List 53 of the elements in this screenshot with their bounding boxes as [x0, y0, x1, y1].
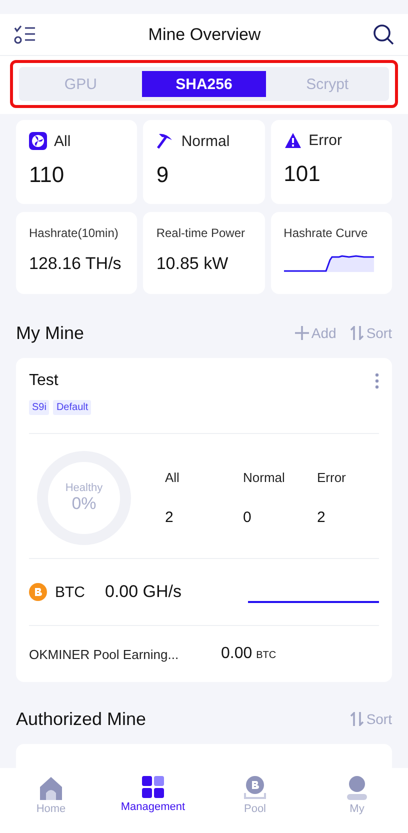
- bitcoin-icon: [29, 583, 47, 601]
- coin-tray-icon: [244, 776, 266, 800]
- algorithm-tab[interactable]: GPU: [19, 71, 142, 97]
- count-label: All: [165, 470, 180, 485]
- nav-item[interactable]: Home: [0, 768, 102, 833]
- status-label: Normal: [181, 132, 230, 150]
- sort-button[interactable]: Sort: [350, 711, 392, 727]
- metric-value: 128.16 TH/s: [29, 254, 122, 274]
- status-count: 110: [29, 162, 66, 188]
- algorithm-tab[interactable]: SHA256: [142, 71, 266, 97]
- grid-icon: [142, 776, 164, 798]
- earnings-label: OKMINER Pool Earning...: [29, 646, 180, 662]
- status-count: 9: [156, 162, 170, 188]
- metric-label: Hashrate(10min): [29, 226, 120, 240]
- person-icon: [346, 776, 368, 800]
- nav-item[interactable]: Pool: [204, 768, 306, 833]
- section-title: My Mine: [16, 322, 84, 344]
- plus-icon: [295, 326, 310, 340]
- mine-tag: S9i: [29, 400, 50, 415]
- count-value: 0: [243, 509, 252, 526]
- more-icon[interactable]: [375, 373, 379, 389]
- health-label: Healthy: [65, 482, 103, 494]
- add-button[interactable]: Add: [295, 325, 336, 341]
- sort-icon: [350, 326, 364, 340]
- metric-label: Hashrate Curve: [284, 226, 369, 240]
- checklist-icon[interactable]: [14, 24, 36, 44]
- status-label: Error: [308, 132, 342, 149]
- count-value: 2: [165, 509, 174, 526]
- section-title: Authorized Mine: [16, 708, 146, 730]
- nav-item[interactable]: My: [306, 768, 408, 833]
- algorithm-tab[interactable]: Scrypt: [266, 71, 389, 97]
- search-icon[interactable]: [372, 24, 394, 45]
- home-icon: [39, 776, 63, 800]
- status-label: All: [54, 132, 71, 150]
- earnings-value: 0.00 BTC: [221, 645, 276, 663]
- metric-value: 10.85 kW: [156, 254, 230, 274]
- count-value: 2: [317, 509, 326, 526]
- sort-button[interactable]: Sort: [350, 325, 392, 341]
- mine-tag: Default: [53, 400, 92, 415]
- health-value: 0%: [72, 494, 96, 514]
- mine-name: Test: [29, 372, 58, 390]
- page-title: Mine Overview: [148, 24, 261, 44]
- sort-icon: [350, 712, 364, 726]
- warning-icon: [284, 132, 302, 149]
- coin-name: BTC: [55, 584, 85, 600]
- metric-label: Real-time Power: [156, 226, 246, 240]
- coin-hashrate: 0.00 GH/s: [105, 582, 182, 602]
- count-label: Normal: [243, 470, 286, 485]
- fan-icon: [29, 132, 47, 150]
- count-label: Error: [317, 470, 347, 485]
- pickaxe-icon: [156, 132, 174, 150]
- status-count: 101: [284, 161, 322, 187]
- nav-item[interactable]: Management: [102, 768, 204, 833]
